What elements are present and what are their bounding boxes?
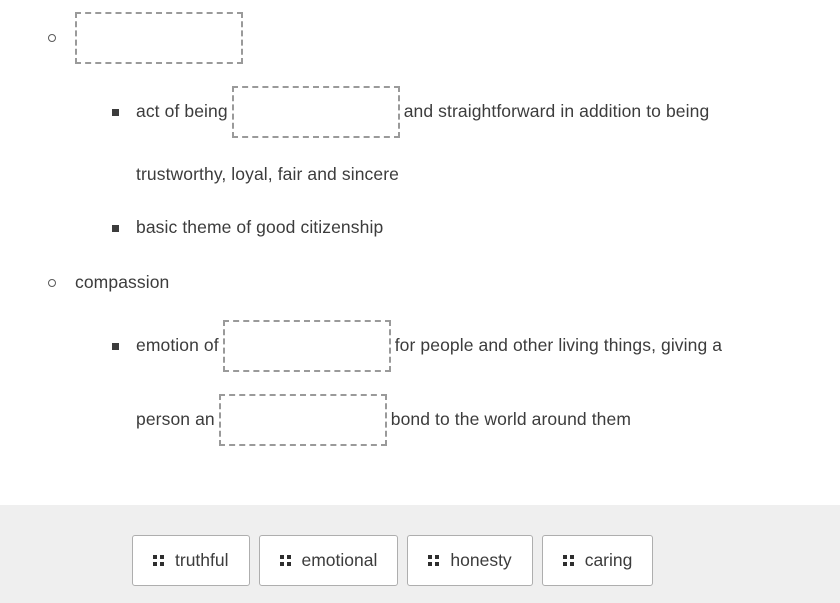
outline-row-act-of-being-cont: trustworthy, loyal, fair and sincere	[136, 163, 399, 187]
exercise-content-area: act of being and straightforward in addi…	[0, 0, 840, 505]
act-of-being-text-trail: and straightforward in addition to being	[403, 101, 710, 122]
emotion-of-text-trail: for people and other living things, givi…	[394, 335, 723, 356]
emotion-of-text-lead: emotion of	[136, 335, 219, 356]
drag-item-label: caring	[584, 550, 633, 570]
drag-handle-icon	[428, 555, 440, 566]
dropzone-emotional[interactable]	[218, 394, 387, 446]
dropzone-honesty[interactable]	[75, 12, 243, 64]
outline-row-basic-theme: basic theme of good citizenship	[112, 216, 383, 240]
outline-row-emotion-of-cont: person an bond to the world around them	[136, 394, 631, 446]
drag-item-list: truthful emotional honesty caring	[132, 535, 662, 586]
drag-item-truthful[interactable]: truthful	[132, 535, 250, 586]
drag-item-honesty[interactable]: honesty	[407, 535, 533, 586]
bullet-square-icon	[112, 342, 119, 350]
drag-item-caring[interactable]: caring	[541, 535, 654, 586]
drag-item-label: emotional	[301, 550, 378, 570]
act-of-being-continuation-text: trustworthy, loyal, fair and sincere	[136, 164, 399, 185]
drag-item-label: honesty	[450, 550, 512, 570]
basic-theme-text: basic theme of good citizenship	[136, 217, 384, 238]
dropzone-caring[interactable]	[222, 320, 391, 372]
drag-item-emotional[interactable]: emotional	[258, 535, 399, 586]
person-an-text-lead: person an	[136, 409, 215, 430]
bullet-square-icon	[112, 224, 119, 232]
outline-row-emotion-of: emotion of for people and other living t…	[112, 320, 722, 372]
person-an-text-trail: bond to the world around them	[390, 409, 632, 430]
outline-row-honesty-heading	[48, 12, 243, 64]
drag-handle-icon	[279, 555, 291, 566]
compassion-text: compassion	[75, 272, 170, 293]
bullet-circle-icon	[48, 34, 56, 42]
bullet-circle-icon	[48, 279, 56, 287]
drag-item-label: truthful	[175, 550, 229, 570]
act-of-being-text-lead: act of being	[136, 101, 228, 122]
outline-row-compassion-heading: compassion	[48, 271, 169, 295]
bullet-square-icon	[112, 108, 119, 116]
outline-row-act-of-being: act of being and straightforward in addi…	[112, 86, 709, 138]
dropzone-truthful[interactable]	[231, 86, 400, 138]
drag-handle-icon	[562, 555, 574, 566]
drag-item-tray: truthful emotional honesty caring	[0, 505, 840, 603]
drag-handle-icon	[153, 555, 164, 566]
